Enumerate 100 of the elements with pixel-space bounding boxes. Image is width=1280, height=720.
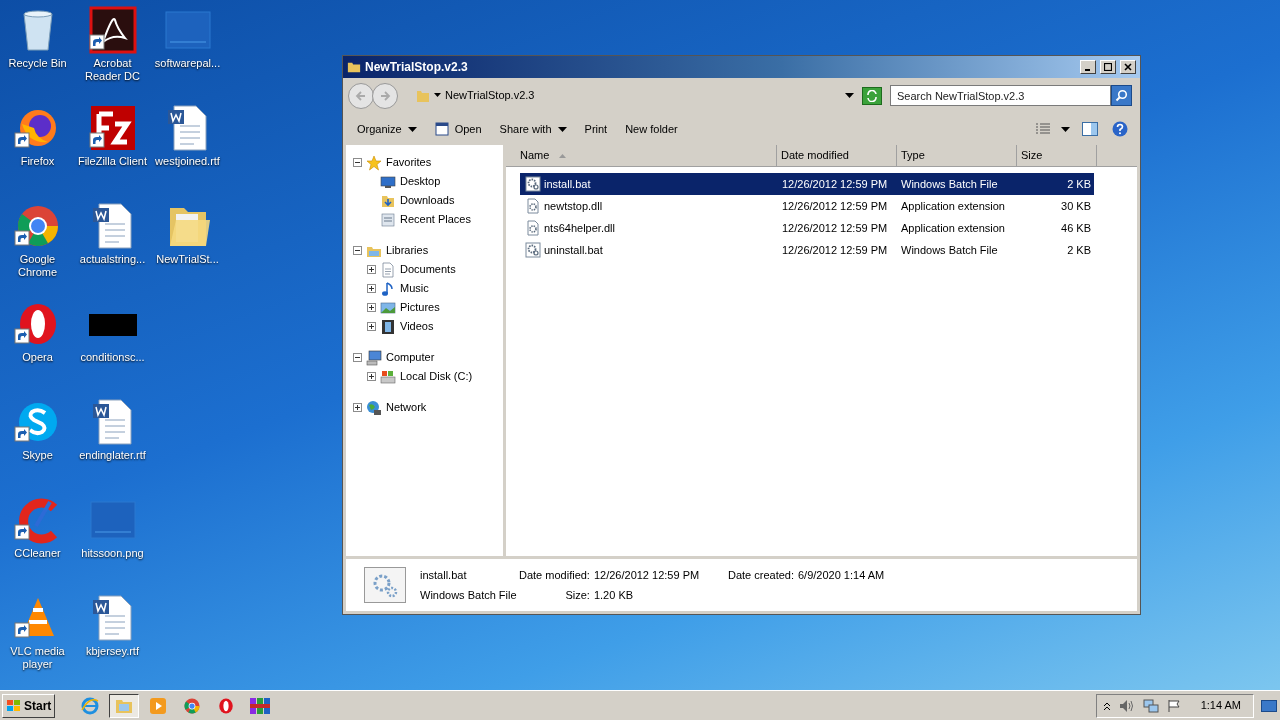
desktop-icon[interactable]: NewTrialSt... <box>150 202 225 300</box>
desktop-icon[interactable]: FileZilla Client <box>75 104 150 202</box>
date-cell-text: 12/26/2012 12:59 PM <box>781 242 889 258</box>
search-field[interactable]: Search NewTrialStop.v2.3 <box>890 85 1111 106</box>
nav-item[interactable]: Desktop <box>346 172 503 191</box>
minimize-button[interactable] <box>1080 60 1096 74</box>
nav-item[interactable]: Recent Places <box>346 210 503 229</box>
desktop-icon[interactable]: actualstring... <box>75 202 150 300</box>
desktop-icon[interactable]: Acrobat Reader DC <box>75 6 150 104</box>
collapse-icon[interactable] <box>353 246 362 255</box>
windows-logo-icon <box>6 698 22 713</box>
caret-icon <box>407 126 417 132</box>
size-cell-text: 2 KB <box>1066 242 1092 258</box>
nav-item[interactable]: Documents <box>346 260 503 279</box>
close-button[interactable] <box>1120 60 1136 74</box>
column-header[interactable]: Size <box>1017 145 1097 166</box>
nav-item[interactable]: Pictures <box>346 298 503 317</box>
desktop-icon-label: kbjersey.rtf <box>85 645 140 658</box>
nav-item[interactable]: Libraries <box>346 241 503 260</box>
search-button[interactable] <box>1111 85 1132 106</box>
toolbar-button[interactable]: Share with <box>491 117 575 141</box>
maximize-button[interactable] <box>1100 60 1116 74</box>
nav-item[interactable]: Music <box>346 279 503 298</box>
help-icon <box>1112 121 1128 137</box>
column-header[interactable]: Date modified <box>777 145 897 166</box>
desktop-icon[interactable]: westjoined.rtf <box>150 104 225 202</box>
search-icon <box>1115 89 1128 102</box>
start-button[interactable]: Start <box>2 693 56 718</box>
desktop-icon[interactable]: hitssoon.png <box>75 496 150 594</box>
clock[interactable]: 1:14 AM <box>1200 697 1241 714</box>
desktop-icon[interactable]: kbjersey.rtf <box>75 594 150 692</box>
column-header[interactable]: Name <box>506 145 777 166</box>
nav-label: Computer <box>386 350 435 366</box>
file-row[interactable]: uninstall.bat 12/26/2012 12:59 PM Windows Batch File 2 KB <box>520 239 1094 261</box>
speaker-icon[interactable] <box>1118 698 1135 713</box>
nav-label: Local Disk (C:) <box>400 369 473 385</box>
desktop-icon[interactable]: softwarepal... <box>150 6 225 104</box>
desktop-icon-label: Recycle Bin <box>7 57 68 70</box>
show-desktop-button[interactable] <box>1260 697 1278 714</box>
caret-icon <box>434 93 441 98</box>
desktop-icon[interactable]: conditionsc... <box>75 300 150 398</box>
expand-icon[interactable] <box>353 403 362 412</box>
file-row[interactable]: nts64helper.dll 12/26/2012 12:59 PM Application extension 46 KB <box>520 217 1094 239</box>
music-icon <box>380 280 396 297</box>
details-value: 6/9/2020 1:14 AM <box>798 567 885 583</box>
network-icon[interactable] <box>1142 698 1159 713</box>
expand-icon[interactable] <box>367 284 376 293</box>
sort-arrow-icon <box>559 153 567 158</box>
right-arrow-icon <box>379 89 391 102</box>
archive-icon <box>249 695 272 716</box>
nav-item[interactable]: Computer <box>346 348 503 367</box>
desktop-icon[interactable]: Opera <box>0 300 75 398</box>
collapse-icon[interactable] <box>353 158 362 167</box>
taskbar-button[interactable] <box>109 693 140 718</box>
date-cell-text: 12/26/2012 12:59 PM <box>781 220 889 236</box>
details-label: Date created: <box>727 567 794 583</box>
nav-label: Libraries <box>386 243 429 259</box>
desktop-icon[interactable]: Recycle Bin <box>0 6 75 104</box>
nav-item[interactable]: Downloads <box>346 191 503 210</box>
toolbar-button[interactable]: Organize <box>349 117 425 141</box>
folder-icon <box>347 60 361 74</box>
toolbar-button[interactable]: Open <box>426 117 490 141</box>
file-row[interactable]: install.bat 12/26/2012 12:59 PM Windows Batch File 2 KB <box>520 173 1094 195</box>
file-row[interactable]: newtstop.dll 12/26/2012 12:59 PM Application extension 30 KB <box>520 195 1094 217</box>
desktop-icon[interactable]: CCleaner <box>0 496 75 594</box>
desktop-icon[interactable]: Google Chrome <box>0 202 75 300</box>
desktop-icon-label: softwarepal... <box>153 57 222 70</box>
documents-icon <box>380 261 396 278</box>
desktop-icon[interactable]: VLC media player <box>0 594 75 692</box>
desktop-icon-label: actualstring... <box>78 253 147 266</box>
caret-icon[interactable] <box>845 93 854 98</box>
desktop-icon-label: westjoined.rtf <box>154 155 221 168</box>
expand-icon[interactable] <box>367 372 376 381</box>
expand-icon[interactable] <box>367 265 376 274</box>
type-cell-text: Application extension <box>900 198 1006 214</box>
pictures-icon <box>380 299 396 316</box>
nav-item[interactable]: Local Disk (C:) <box>346 367 503 386</box>
collapse-icon[interactable] <box>353 353 362 362</box>
toolbar-button[interactable]: New folder <box>617 117 686 141</box>
chevron-up-icon[interactable] <box>1102 700 1111 711</box>
nav-label: Favorites <box>386 155 432 171</box>
desktop-icon[interactable]: Firefox <box>0 104 75 202</box>
browser-e-icon <box>80 695 101 716</box>
network-icon <box>366 399 382 416</box>
nav-item[interactable]: Favorites <box>346 153 503 172</box>
file-name: install.bat <box>544 176 591 192</box>
flag-icon[interactable] <box>1166 698 1181 713</box>
nav-item[interactable]: Network <box>346 398 503 417</box>
star-icon <box>366 154 382 171</box>
desktop-icon[interactable]: endinglater.rtf <box>75 398 150 496</box>
desktop-icon[interactable]: Skype <box>0 398 75 496</box>
window-title: NewTrialStop.v2.3 <box>365 59 469 76</box>
column-header[interactable]: Type <box>897 145 1017 166</box>
date-cell-text: 12/26/2012 12:59 PM <box>781 176 889 192</box>
address-text: NewTrialStop.v2.3 <box>445 88 536 104</box>
toolbar-button[interactable]: Print <box>576 117 616 141</box>
nav-item[interactable]: Videos <box>346 317 503 336</box>
expand-icon[interactable] <box>367 303 376 312</box>
refresh-button[interactable] <box>862 86 882 105</box>
expand-icon[interactable] <box>367 322 376 331</box>
